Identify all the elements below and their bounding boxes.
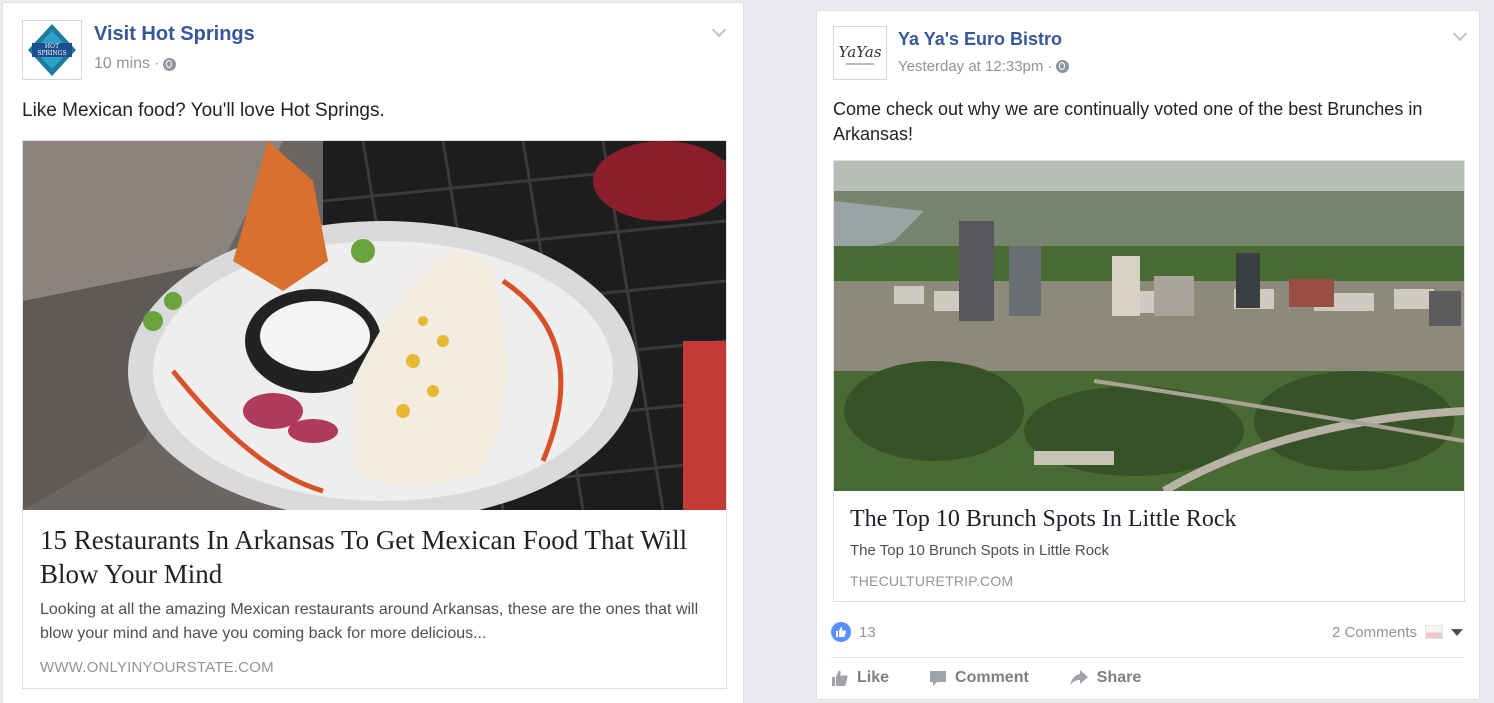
post-meta: Yesterday at 12:33pm · [898,58,1070,75]
share-arrow-icon [1069,670,1088,686]
post-text: Come check out why we are continually vo… [833,99,1423,144]
thumbs-up-icon [832,670,848,686]
comments-count[interactable]: 2 Comments [1332,624,1417,641]
city-skyline-photo [834,161,1464,491]
meta-separator: · [1047,58,1053,75]
mexican-food-photo [23,141,726,510]
page-avatar[interactable]: YaYas [833,26,887,80]
chevron-down-icon[interactable] [1452,26,1468,42]
chevron-down-icon[interactable] [711,22,727,38]
link-domain: THECULTURETRIP.COM [850,573,1014,589]
link-preview[interactable]: 15 Restaurants In Arkansas To Get Mexica… [22,140,727,689]
link-title[interactable]: 15 Restaurants In Arkansas To Get Mexica… [40,524,710,592]
like-label: Like [857,669,890,686]
link-image[interactable] [834,161,1464,491]
comment-label: Comment [955,669,1029,686]
svg-text:SPRINGS: SPRINGS [37,50,66,57]
like-button[interactable]: Like [831,669,889,687]
link-description: Looking at all the amazing Mexican resta… [40,601,699,642]
post-card-ya-yas-euro-bistro: YaYas Ya Ya's Euro Bistro Yesterday at 1… [816,10,1480,700]
commenter-avatar[interactable] [1425,625,1443,639]
comment-button[interactable]: Comment [929,669,1029,687]
page-avatar[interactable]: HOT SPRINGS [22,20,82,80]
post-timestamp[interactable]: 10 mins [94,55,150,73]
comment-icon [930,671,947,686]
share-label: Share [1096,669,1142,686]
reactions-count[interactable]: 13 [859,624,876,641]
post-stats: 13 2 Comments [831,621,1463,643]
post-actions: Like Comment Share [831,666,1141,690]
caret-down-icon[interactable] [1451,628,1463,636]
globe-icon [163,57,177,71]
svg-text:HOT: HOT [45,43,59,50]
page-name-link[interactable]: Visit Hot Springs [94,23,255,46]
post-timestamp[interactable]: Yesterday at 12:33pm [898,58,1043,75]
post-meta: 10 mins · [94,55,177,73]
link-description: The Top 10 Brunch Spots in Little Rock [850,542,1110,559]
link-title[interactable]: The Top 10 Brunch Spots In Little Rock [850,504,1450,534]
meta-separator: · [154,55,160,72]
like-reaction-icon[interactable] [831,622,851,642]
post-card-visit-hot-springs: HOT SPRINGS Visit Hot Springs 10 mins · … [2,2,744,703]
link-image[interactable] [23,141,726,510]
link-domain: WWW.ONLYINYOURSTATE.COM [40,659,274,676]
actions-divider [831,657,1463,658]
globe-icon [1056,60,1070,73]
share-button[interactable]: Share [1069,669,1141,687]
avatar-logo-text: YaYas [838,43,881,61]
link-preview[interactable]: The Top 10 Brunch Spots In Little Rock T… [833,160,1465,602]
post-text: Like Mexican food? You'll love Hot Sprin… [22,100,385,121]
page-name-link[interactable]: Ya Ya's Euro Bistro [898,29,1062,50]
